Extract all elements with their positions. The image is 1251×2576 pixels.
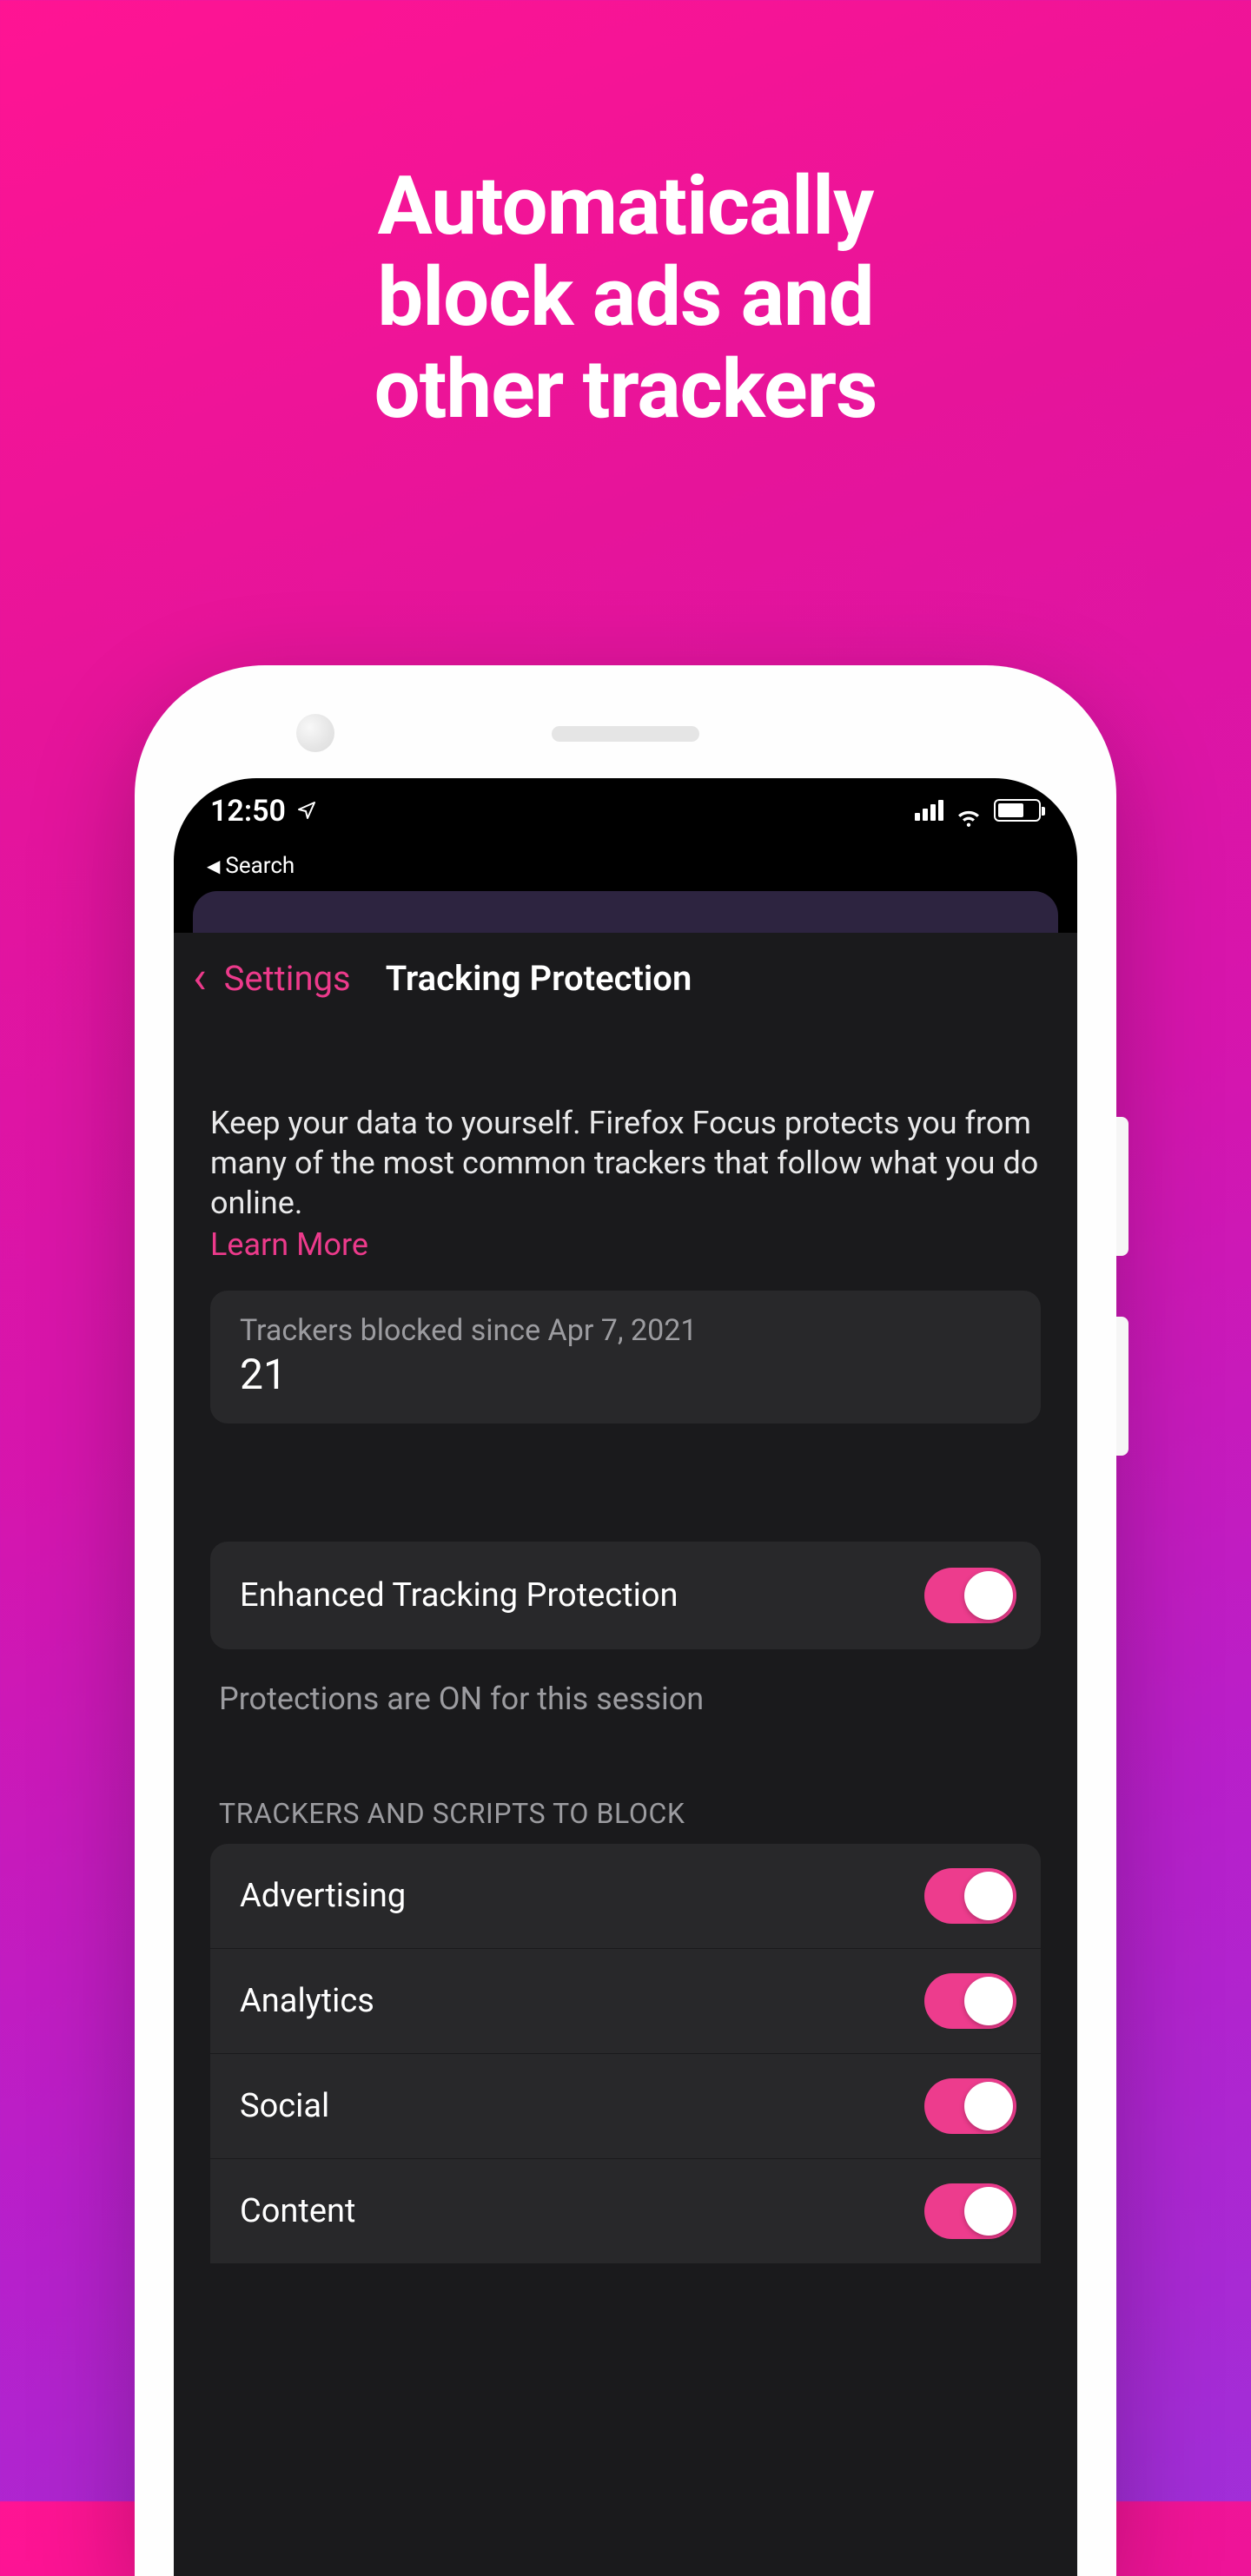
option-analytics-toggle[interactable] [924, 1973, 1016, 2029]
trackers-blocked-label: Trackers blocked since Apr 7, 2021 [240, 1313, 1011, 1348]
battery-icon [994, 799, 1041, 822]
option-social: Social [210, 2054, 1041, 2159]
option-advertising-toggle[interactable] [924, 1868, 1016, 1924]
hero-headline: Automatically block ads and other tracke… [0, 0, 1251, 435]
option-social-toggle[interactable] [924, 2078, 1016, 2134]
settings-panel: ‹ Settings Tracking Protection Keep your… [174, 933, 1077, 2576]
option-analytics: Analytics [210, 1949, 1041, 2054]
phone-speaker [552, 726, 699, 742]
hero-line: block ads and [0, 252, 1251, 343]
learn-more-link[interactable]: Learn More [210, 1226, 368, 1263]
background-card-peek [193, 891, 1058, 933]
option-label: Social [240, 2087, 329, 2125]
status-bar: 12:50 [174, 778, 1077, 856]
enhanced-tracking-row: Enhanced Tracking Protection [210, 1542, 1041, 1649]
back-button[interactable]: Settings [224, 958, 351, 999]
chevron-left-icon[interactable]: ‹ [188, 955, 212, 1001]
enhanced-tracking-toggle[interactable] [924, 1568, 1016, 1623]
description-text: Keep your data to yourself. Firefox Focu… [210, 1103, 1041, 1223]
status-time: 12:50 [210, 794, 286, 829]
wifi-icon [956, 801, 982, 820]
option-label: Advertising [240, 1877, 406, 1915]
trackers-blocked-card: Trackers blocked since Apr 7, 2021 21 [210, 1291, 1041, 1423]
enhanced-tracking-label: Enhanced Tracking Protection [240, 1576, 678, 1615]
breadcrumb-label: Search [225, 853, 295, 879]
option-label: Content [240, 2192, 355, 2230]
blocking-options-list: Advertising Analytics Social Content [210, 1844, 1041, 2263]
hero-line: Automatically [0, 161, 1251, 252]
option-advertising: Advertising [210, 1844, 1041, 1949]
nav-row: ‹ Settings Tracking Protection [174, 933, 1077, 1023]
back-triangle-icon: ◀ [207, 855, 220, 876]
option-content-toggle[interactable] [924, 2183, 1016, 2239]
option-content: Content [210, 2159, 1041, 2263]
cellular-icon [915, 800, 943, 821]
hero-line: other trackers [0, 344, 1251, 435]
trackers-blocked-value: 21 [240, 1350, 1011, 1399]
protection-status-text: Protections are ON for this session [174, 1649, 1077, 1717]
system-back-breadcrumb[interactable]: ◀ Search [174, 853, 1077, 879]
location-icon [296, 794, 317, 829]
section-header: TRACKERS AND SCRIPTS TO BLOCK [174, 1717, 1077, 1844]
phone-camera [296, 714, 334, 752]
option-label: Analytics [240, 1982, 374, 2020]
phone-frame: 12:50 ◀ Search ‹ [135, 665, 1116, 2576]
page-title: Tracking Protection [386, 958, 692, 999]
phone-screen: 12:50 ◀ Search ‹ [174, 778, 1077, 2576]
